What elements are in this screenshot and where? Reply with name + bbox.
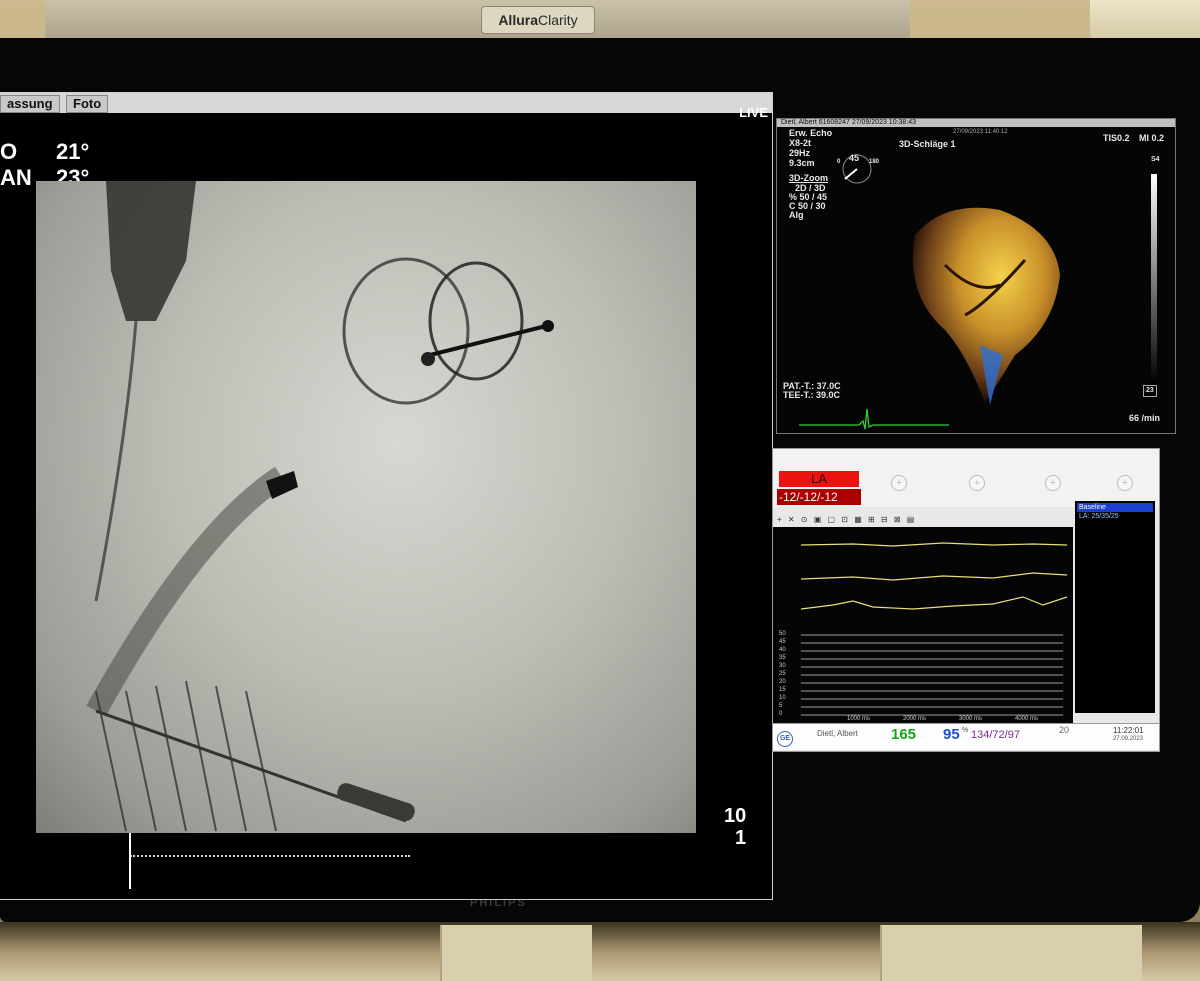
y-tick: 50 (779, 631, 786, 637)
spo2-unit: % (962, 727, 969, 734)
x-tick: 1000 ms (847, 716, 871, 722)
tee-temp: TEE-T.: 39.0C (783, 390, 841, 400)
probe-angle-min: 0 (837, 159, 841, 165)
fluoroscopy-viewport: assung Foto LIVE O 21° AN 23° 10 1 (0, 92, 773, 900)
ecg-trace (799, 408, 949, 430)
echo-header-time: 27/09/2023 11:40:12 (953, 129, 1008, 135)
echo-view-label: 3D-Schläge 1 (899, 139, 956, 149)
hemodynamics-monitor: LA -12/-12/-12 + + + + + ✕ ⊙ ▣ ▢ ⊡ ▦ ⊞ ⊟… (772, 448, 1160, 752)
angle1-value: 21° (56, 139, 90, 164)
xray-leads (95, 680, 277, 832)
xray-wire (94, 320, 138, 602)
grid-lines (801, 634, 1063, 716)
y-tick: 5 (779, 703, 783, 709)
x-tick: 3000 ms (959, 716, 983, 722)
brand-label: AlluraClarity (481, 6, 595, 34)
clock-date: 27.09.2023 (1113, 736, 1144, 742)
brand-part2: Clarity (538, 12, 578, 28)
angle2-label: AN (0, 165, 32, 190)
x-tick: 4000 ms (1015, 716, 1039, 722)
baseline-panel (1075, 501, 1155, 713)
echo-s4: S4 (1151, 156, 1160, 163)
scale-marker (129, 833, 131, 889)
scale-bar (130, 855, 410, 859)
echo-header: Dietl, Albert 61608247 27/09/2023 10:38:… (777, 119, 1175, 127)
y-tick: 20 (779, 679, 786, 685)
xray-occluder-disc (342, 257, 470, 405)
add-channel-button[interactable]: + (969, 475, 985, 491)
echo-mi: MI 0.2 (1139, 133, 1165, 143)
xray-occluder-lobe (428, 261, 524, 381)
probe-angle: 45 (849, 153, 860, 163)
resp-value: 20 (1059, 725, 1070, 735)
y-tick: 30 (779, 663, 786, 669)
xray-catheter-shadow (106, 181, 196, 321)
zoom-line: Alg (789, 210, 804, 220)
cabinet-door (440, 925, 592, 981)
y-tick: 15 (779, 687, 786, 693)
add-channel-button[interactable]: + (1045, 475, 1061, 491)
echo-tis: TIS0.2 (1103, 133, 1130, 143)
xray-sheath (86, 466, 288, 717)
fluoro-tabstrip (0, 93, 772, 113)
baseline-value: LA: 25/35/25 (1079, 513, 1119, 520)
grayscale-bar (1151, 174, 1157, 384)
frame-counter: 10 (724, 805, 747, 827)
baseline-header[interactable]: Baseline (1077, 503, 1153, 512)
y-tick: 40 (779, 647, 786, 653)
xray-image (36, 181, 696, 833)
probe-angle-max: 180 (869, 159, 880, 165)
echo-badge: 23 (1143, 385, 1157, 397)
add-channel-button[interactable]: + (1117, 475, 1133, 491)
echo-3d-volume (913, 207, 1060, 405)
hemo-toolbar[interactable]: + ✕ ⊙ ▣ ▢ ⊡ ▦ ⊞ ⊟ ⊠ ▤ (777, 515, 1077, 525)
frame-index: 1 (735, 827, 747, 849)
channel-badge[interactable]: LA (779, 471, 859, 487)
echo-mode: Erw. Echo (789, 128, 833, 138)
angle1-label: O (0, 139, 18, 164)
spo2-value: 95 (943, 726, 960, 743)
cabinet-door (880, 925, 1142, 981)
echo-viewport: Dietl, Albert 61608247 27/09/2023 10:38:… (776, 118, 1176, 434)
heart-rate-value: 165 (891, 726, 917, 743)
zoom-title: 3D-Zoom (789, 173, 828, 183)
clock-time: 11:22:01 (1113, 726, 1144, 735)
patient-name: Dietl, Albert (817, 729, 858, 738)
echo-probe: X8-2t (789, 138, 812, 148)
y-tick: 45 (779, 639, 786, 645)
pressure-traces (800, 542, 1068, 716)
y-tick: 25 (779, 671, 786, 677)
nibp-value: 134/72/97 (971, 729, 1020, 741)
live-indicator: LIVE (739, 105, 768, 120)
add-channel-button[interactable]: + (891, 475, 907, 491)
tab-acquisition[interactable]: assung (0, 95, 60, 113)
xray-marker (542, 320, 554, 332)
y-tick: 10 (779, 695, 786, 701)
y-tick: 0 (779, 711, 783, 717)
xray-structures (86, 181, 554, 832)
tab-foto[interactable]: Foto (66, 95, 109, 113)
echo-framerate: 29Hz (789, 148, 811, 158)
xray-occluder-hub (425, 324, 547, 358)
echo-heart-rate: 66 /min (1129, 413, 1161, 423)
xray-marker (421, 352, 435, 366)
y-tick: 35 (779, 655, 786, 661)
echo-depth: 9.3cm (789, 158, 815, 168)
brand-part1: Allura (498, 12, 538, 28)
xray-tee-probe (337, 783, 415, 821)
ge-logo-icon: GE (777, 731, 793, 747)
channel-values: -12/-12/-12 (777, 489, 861, 505)
pressure-chart: 50 45 40 35 30 25 20 15 10 5 0 1000 ms 2… (773, 527, 1073, 723)
x-tick: 2000 ms (903, 716, 927, 722)
